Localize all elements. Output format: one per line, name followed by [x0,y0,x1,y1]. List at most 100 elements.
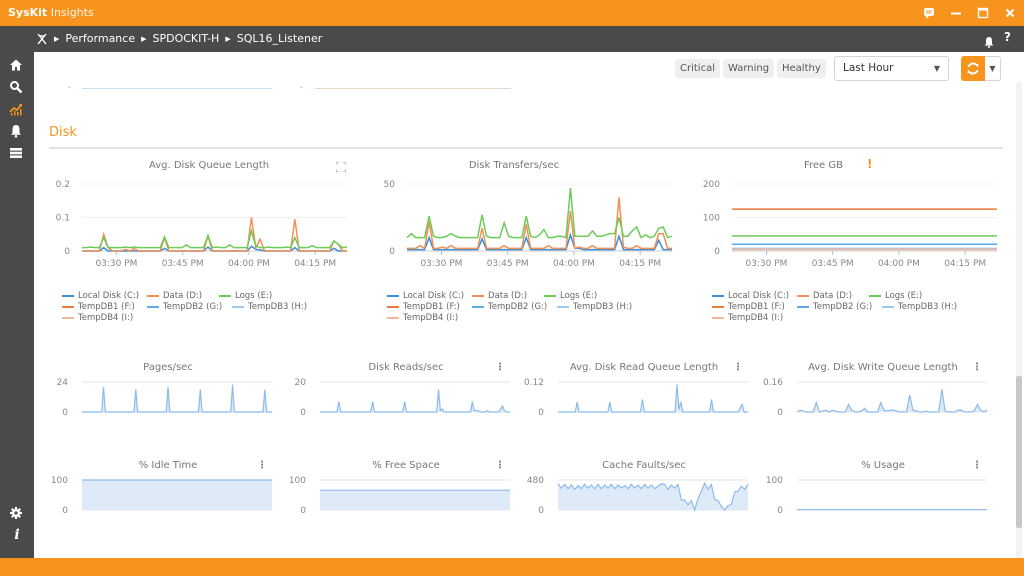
legend-label: Data (D:) [163,291,203,301]
legend-label: TempDB1 (F:) [403,302,460,312]
more-options-icon[interactable]: ⋮ [257,460,267,472]
legend-swatch [62,294,74,297]
legend-item[interactable]: TempDB3 (H:) [232,302,307,312]
y-tick-label: 0 [777,408,783,418]
chart-disk-reads-sec: 0 20 [295,378,510,418]
legend-swatch [472,305,484,308]
legend-item[interactable]: Data (D:) [472,291,527,301]
x-tick-label: 03:45 PM [162,259,204,269]
settings-icon[interactable] [9,505,25,521]
chart-free-space: 0 100 [289,476,510,516]
time-range-select[interactable]: Last Hour ▼ [834,56,949,81]
legend-item[interactable]: TempDB4 (I:) [712,313,783,323]
breadcrumb-item-server[interactable]: SPDOCKIT-H [153,32,220,45]
chart-title: Pages/sec [143,362,193,373]
legend-item[interactable]: Logs (E:) [544,291,597,301]
legend-item[interactable]: TempDB2 (G:) [797,302,872,312]
legend-label: TempDB3 (H:) [573,302,633,312]
y-tick-label: 0.12 [524,378,544,388]
app-title-bold: SysKit [8,6,48,19]
home-icon[interactable] [9,57,25,73]
chevron-down-icon: ▼ [933,64,940,73]
chart-avg-disk-read-queue-length: 00.12 [524,378,748,418]
x-tick-label: 04:15 PM [619,259,661,269]
legend-item[interactable]: TempDB3 (H:) [882,302,957,312]
legend-item[interactable]: Local Disk (C:) [62,291,139,301]
legend-swatch [62,305,74,308]
help-icon[interactable]: ? [1004,30,1011,44]
legend-label: TempDB4 (I:) [403,313,459,323]
filter-critical[interactable]: Critical [675,59,720,78]
legend-item[interactable]: Data (D:) [797,291,852,301]
legend-swatch [219,294,231,297]
maximize-button[interactable] [975,5,991,21]
close-button[interactable] [1002,5,1018,21]
legend-item[interactable]: TempDB3 (H:) [557,302,632,312]
legend-item[interactable]: Local Disk (C:) [712,291,789,301]
more-options-icon[interactable]: ⋮ [495,460,505,472]
breadcrumb-item-performance[interactable]: Performance [65,32,135,45]
y-tick-label: 0 [777,506,783,516]
performance-icon[interactable] [9,101,25,117]
legend-item[interactable]: TempDB2 (G:) [147,302,222,312]
filter-healthy[interactable]: Healthy [777,59,826,78]
info-icon[interactable]: i [9,527,25,543]
area-fill [82,480,272,510]
warning-icon[interactable]: ! [867,157,872,171]
series-line [796,389,988,413]
legend-item[interactable]: Local Disk (C:) [387,291,464,301]
feedback-icon[interactable] [921,5,937,21]
chart-free-gb: 0 100 200 03:30 PM 03:45 PM 04:00 PM 04:15 PM [703,180,997,269]
chart-idle-time: 0 100 [51,476,272,516]
legend-swatch [712,316,724,319]
more-options-icon[interactable]: ⋮ [495,362,505,374]
legend-item[interactable]: TempDB1 (F:) [712,302,785,312]
section-title: Disk [49,125,77,140]
legend-label: Logs (E:) [560,291,598,301]
scrollbar[interactable] [1016,82,1022,558]
legend-swatch [147,294,159,297]
list-icon[interactable] [9,145,25,161]
y-tick-label: 0 [300,506,306,516]
alerts-icon[interactable] [9,123,25,139]
refresh-options-dropdown[interactable]: ▼ [985,56,1001,81]
maximize-icon [977,7,989,19]
refresh-button[interactable] [961,56,985,81]
bell-icon[interactable] [983,33,995,48]
expand-icon[interactable] [336,162,346,172]
legend-item[interactable]: Logs (E:) [219,291,272,301]
filter-warning[interactable]: Warning [723,59,775,78]
chart-pages-sec: 0 24 [57,378,272,418]
more-options-icon[interactable]: ⋮ [972,362,982,374]
legend-swatch [869,294,881,297]
minimize-button[interactable] [948,5,964,21]
legend-label: Local Disk (C:) [78,291,140,301]
legend-item[interactable]: TempDB4 (I:) [387,313,458,323]
breadcrumb-item-listener[interactable]: SQL16_Listener [237,32,323,45]
more-options-icon[interactable]: ⋮ [733,362,743,374]
syskit-logo-icon[interactable] [36,33,48,45]
search-icon[interactable] [9,79,25,95]
legend-item[interactable]: TempDB4 (I:) [62,313,133,323]
more-options-icon[interactable]: ⋮ [972,460,982,472]
legend-swatch [712,305,724,308]
legend-item[interactable]: TempDB2 (G:) [472,302,547,312]
scrollbar-thumb[interactable] [1016,376,1022,528]
y-tick-label: 0 [62,408,68,418]
y-tick-label: 480 [527,476,544,486]
legend-swatch [387,316,399,319]
legend-item[interactable]: Logs (E:) [869,291,922,301]
chart-avg-disk-queue-length: 0 0.1 0.2 03:30 PM 03:45 PM 04:00 PM 04:15 PM [56,180,348,269]
legend-label: Logs (E:) [235,291,273,301]
legend-item[interactable]: TempDB1 (F:) [387,302,460,312]
legend-swatch [712,294,724,297]
legend-label: TempDB3 (H:) [898,302,958,312]
legend-label: TempDB1 (F:) [728,302,785,312]
series-line [407,197,672,250]
legend-item[interactable]: TempDB1 (F:) [62,302,135,312]
legend-item[interactable]: Data (D:) [147,291,202,301]
breadcrumb-separator-icon: ▶ [225,34,231,43]
chart-avg-disk-write-queue-length: 00.16 [763,378,988,418]
area-fill [320,389,510,412]
series-line [82,217,347,252]
